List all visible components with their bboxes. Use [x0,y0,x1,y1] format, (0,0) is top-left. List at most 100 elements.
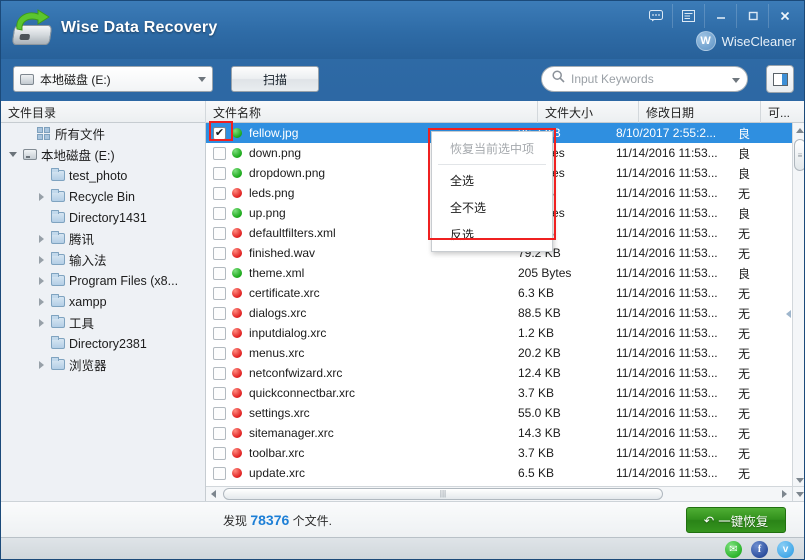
email-icon[interactable]: ✉ [725,541,742,558]
row-checkbox[interactable] [213,286,226,300]
row-checkbox[interactable] [213,346,226,360]
column-header-quality[interactable]: 可... [761,101,804,123]
tree-item-7[interactable]: Program Files (x8... [1,270,205,291]
pane-collapse-handle[interactable] [785,301,792,327]
file-quality-cell: 无 [738,326,751,341]
file-list-horizontal-scrollbar[interactable]: ||| [206,486,792,501]
scroll-right-button[interactable] [777,487,792,502]
row-checkbox[interactable] [213,266,226,280]
scan-button[interactable]: 扫描 [231,66,319,92]
file-date-cell: 11/14/2016 11:53... [616,226,718,240]
table-row[interactable]: netconfwizard.xrc 12.4 KB 11/14/2016 11:53… [206,363,792,383]
search-input[interactable] [571,72,726,86]
tree-item-2[interactable]: test_photo [1,165,205,186]
chevron-right-icon[interactable] [33,276,49,285]
search-history-chevron-icon[interactable] [732,70,740,88]
row-checkbox[interactable] [213,166,226,180]
file-name-cell: netconfwizard.xrc [249,366,343,380]
table-row[interactable]: menus.xrc 20.2 KB 11/14/2016 11:53... 无 [206,343,792,363]
column-header-tree[interactable]: 文件目录 [1,101,206,123]
row-checkbox[interactable] [213,446,226,460]
feedback-icon[interactable] [640,4,672,28]
close-button[interactable] [768,4,800,28]
chevron-right-icon[interactable] [33,255,49,264]
row-checkbox[interactable] [213,306,226,320]
table-row[interactable]: dialogs.xrc 88.5 KB 11/14/2016 11:53... 无 [206,303,792,323]
row-checkbox[interactable] [213,226,226,240]
row-checkbox[interactable] [213,426,226,440]
tree-item-8[interactable]: xampp [1,291,205,312]
tree-item-0[interactable]: 所有文件 [1,123,205,144]
file-date-cell: 11/14/2016 11:53... [616,286,718,300]
tree-item-10[interactable]: Directory2381 [1,333,205,354]
menu-icon[interactable] [672,4,704,28]
panel-toggle-button[interactable] [766,65,794,93]
recoverability-status-icon [232,148,242,158]
recoverability-status-icon [232,348,242,358]
chevron-down-icon[interactable] [5,152,21,157]
row-checkbox[interactable]: ✔ [213,126,226,140]
file-date-cell: 11/14/2016 11:53... [616,166,718,180]
context-menu-item-1[interactable]: 全选 [432,167,552,194]
chevron-right-icon[interactable] [33,318,49,327]
row-checkbox[interactable] [213,206,226,220]
table-row[interactable]: inputdialog.xrc 1.2 KB 11/14/2016 11:53...… [206,323,792,343]
table-row[interactable]: settings.xrc 55.0 KB 11/14/2016 11:53... 无 [206,403,792,423]
column-header-name[interactable]: 文件名称 [206,101,538,123]
horizontal-scroll-thumb[interactable]: ||| [223,487,663,500]
context-menu-item-2[interactable]: 全不选 [432,194,552,221]
tree-item-5[interactable]: 腾讯 [1,228,205,249]
row-checkbox[interactable] [213,406,226,420]
window-controls [640,3,800,29]
file-size-cell: 14.3 KB [518,426,561,440]
drive-select[interactable]: 本地磁盘 (E:) [13,66,213,92]
scroll-down-button[interactable] [793,473,804,487]
facebook-icon[interactable]: f [751,541,768,558]
minimize-button[interactable] [704,4,736,28]
chevron-right-icon[interactable] [33,297,49,306]
table-row[interactable]: theme.xml 205 Bytes 11/14/2016 11:53... 良 [206,263,792,283]
tree-item-4[interactable]: Directory1431 [1,207,205,228]
row-checkbox[interactable] [213,146,226,160]
row-checkbox[interactable] [213,466,226,480]
file-size-cell: 3.7 KB [518,386,555,400]
tree-item-3[interactable]: Recycle Bin [1,186,205,207]
chevron-right-icon[interactable] [33,234,49,243]
horizontal-scroll-track[interactable]: ||| [221,487,777,502]
maximize-button[interactable] [736,4,768,28]
folder-icon [49,357,66,370]
one-click-recover-button[interactable]: ↶ 一键恢复 [686,507,786,533]
scroll-up-button[interactable] [793,123,804,137]
column-header-size[interactable]: 文件大小 [538,101,639,123]
file-quality-cell: 良 [738,266,751,281]
context-menu-item-0: 恢复当前选中项 [450,142,535,156]
row-checkbox[interactable] [213,326,226,340]
context-menu-item-3[interactable]: 反选 [432,221,552,248]
row-checkbox[interactable] [213,186,226,200]
chevron-right-icon[interactable] [33,360,49,369]
folder-icon [49,231,66,244]
table-row[interactable]: quickconnectbar.xrc 3.7 KB 11/14/2016 11:5… [206,383,792,403]
tree-item-1[interactable]: 本地磁盘 (E:) [1,144,205,165]
table-row[interactable]: update.xrc 6.5 KB 11/14/2016 11:53... 无 [206,463,792,483]
row-checkbox[interactable] [213,386,226,400]
table-row[interactable]: toolbar.xrc 3.7 KB 11/14/2016 11:53... 无 [206,443,792,463]
found-files-status: 发现 78376 个文件. [223,512,332,529]
context-menu[interactable]: 恢复当前选中项全选 全不选 反选 [431,131,553,252]
table-row[interactable]: sitemanager.xrc 14.3 KB 11/14/2016 11:53..… [206,423,792,443]
scroll-left-button[interactable] [206,487,221,502]
chevron-right-icon[interactable] [33,192,49,201]
grid-icon [35,127,52,140]
file-name-cell: inputdialog.xrc [249,326,327,340]
tree-item-9[interactable]: 工具 [1,312,205,333]
twitter-icon[interactable]: ᴠ [777,541,794,558]
tree-item-6[interactable]: 输入法 [1,249,205,270]
table-row[interactable]: certificate.xrc 6.3 KB 11/14/2016 11:53...… [206,283,792,303]
row-checkbox[interactable] [213,366,226,380]
tree-item-11[interactable]: 浏览器 [1,354,205,375]
vertical-scroll-thumb[interactable]: ≡ [794,139,804,171]
file-list-vertical-scrollbar[interactable]: ≡ [792,123,804,487]
search-box[interactable] [541,66,748,92]
column-header-date[interactable]: 修改日期 [639,101,761,123]
row-checkbox[interactable] [213,246,226,260]
